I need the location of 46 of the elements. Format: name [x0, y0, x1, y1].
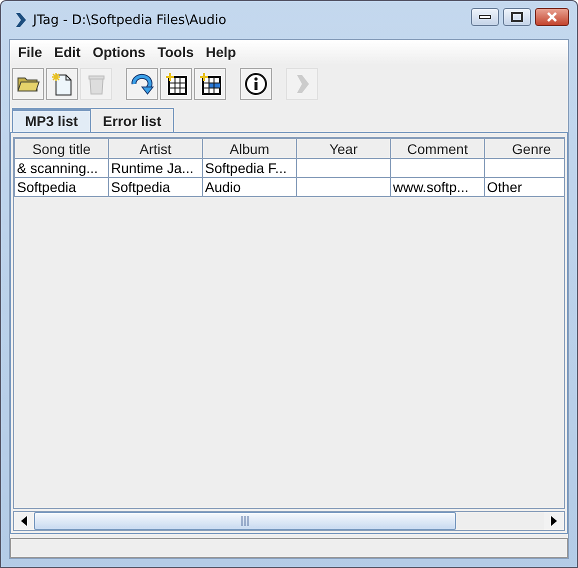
close-button[interactable] [535, 8, 569, 26]
menu-item[interactable]: Tools [151, 44, 200, 60]
column-header[interactable]: Artist [108, 138, 202, 158]
window-title: JTag - D:\Softpedia Files\Audio [33, 12, 228, 28]
toolbar-button[interactable] [126, 68, 158, 100]
minimize-button[interactable] [471, 8, 499, 26]
new-file-icon [50, 72, 74, 96]
menu-item[interactable]: Options [86, 44, 152, 60]
scroll-right-button[interactable] [544, 512, 564, 530]
scrollbar-thumb[interactable] [34, 512, 456, 530]
column-header[interactable]: Year [296, 138, 390, 158]
table-cell: Runtime Ja... [108, 158, 202, 178]
table-cell: Softpedia [108, 178, 202, 196]
menu-item[interactable]: Help [200, 44, 242, 60]
menu-item[interactable]: File [12, 44, 48, 60]
column-header[interactable]: Genre [484, 138, 564, 158]
minimize-icon [479, 15, 491, 19]
table-cell: Softpedia F... [202, 158, 296, 178]
tab[interactable]: Error list [90, 108, 174, 132]
table-cell: Other [484, 178, 564, 196]
right-arrow-icon [551, 516, 557, 526]
close-icon [546, 12, 558, 22]
tab[interactable]: MP3 list [12, 108, 91, 132]
left-arrow-icon [21, 516, 27, 526]
toolbar-button[interactable] [240, 68, 272, 100]
menu-item[interactable]: Edit [48, 44, 87, 60]
toolbar-button[interactable] [12, 68, 44, 100]
scroll-left-button[interactable] [14, 512, 34, 530]
table-cell: www.softp... [390, 178, 484, 196]
toolbar-button[interactable] [46, 68, 78, 100]
column-header[interactable]: Album [202, 138, 296, 158]
table-cell: Softpedia [14, 178, 108, 196]
column-header[interactable]: Comment [390, 138, 484, 158]
toolbar-button[interactable] [160, 68, 192, 100]
maximize-icon [511, 12, 523, 22]
horizontal-scrollbar[interactable] [13, 511, 565, 531]
table-icon [164, 72, 188, 96]
table-cell: Audio [202, 178, 296, 196]
toolbar-button[interactable] [194, 68, 226, 100]
maximize-button[interactable] [503, 8, 531, 26]
refresh-icon [130, 72, 154, 96]
table-cell: & scanning... [14, 158, 108, 178]
table-icon [198, 72, 222, 96]
info-icon [244, 72, 268, 96]
app-icon [15, 12, 27, 28]
column-header[interactable]: Song title [14, 138, 108, 158]
